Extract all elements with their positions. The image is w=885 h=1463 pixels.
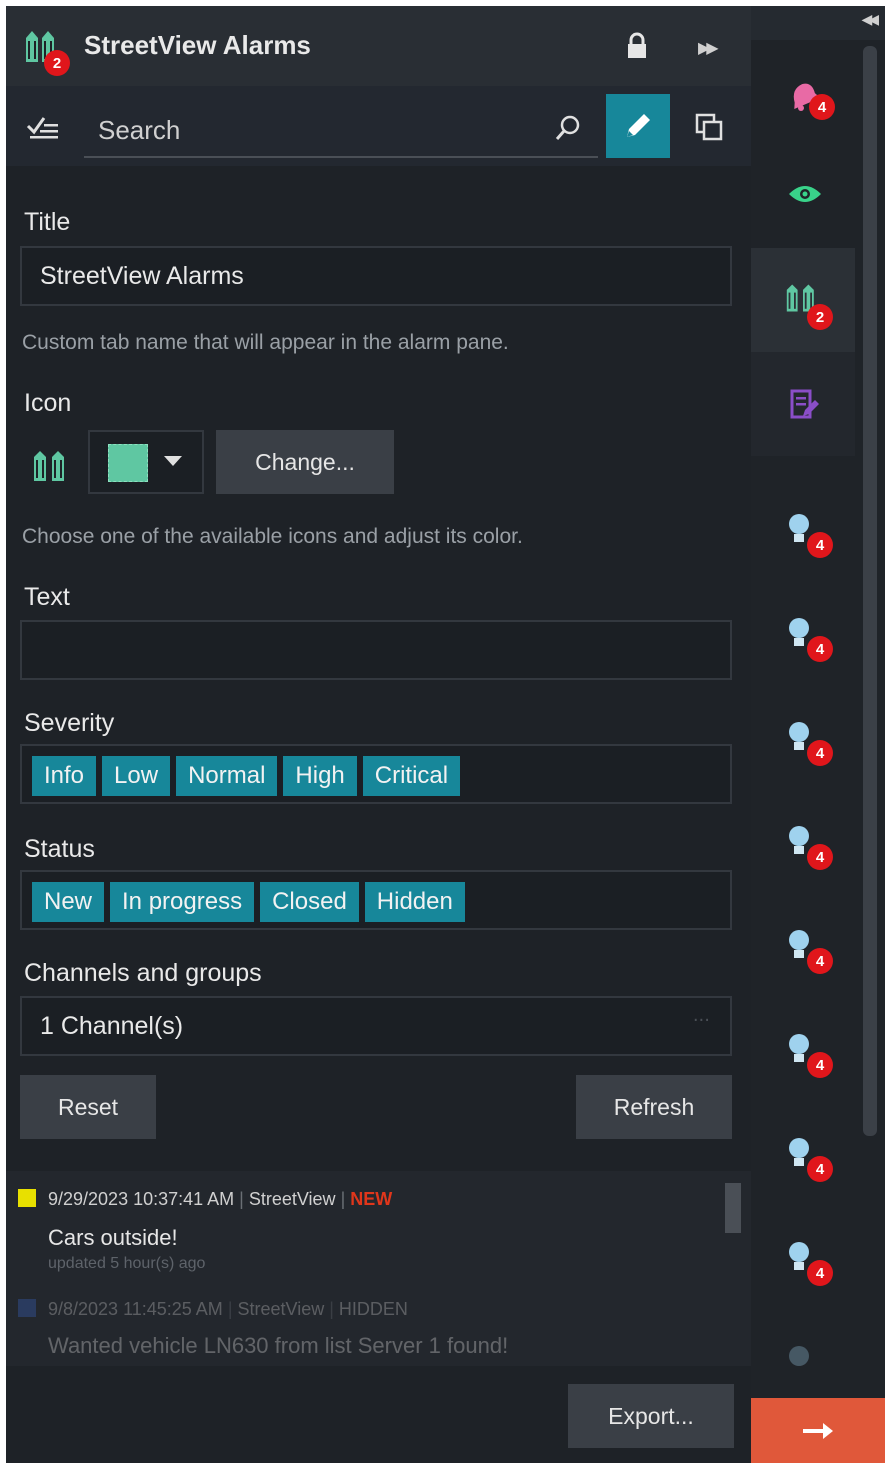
icon-hint: Choose one of the available icons and ad… xyxy=(22,525,523,548)
arrow-right-icon xyxy=(803,1422,833,1439)
search-box xyxy=(84,104,598,158)
rail-item-bulb[interactable]: 4 xyxy=(751,700,855,804)
panel-title: StreetView Alarms xyxy=(84,30,311,60)
footer: Export... xyxy=(6,1366,751,1463)
severity-chip-critical[interactable]: Critical xyxy=(362,756,461,796)
chevron-down-icon xyxy=(164,456,182,466)
alarm-severity-square xyxy=(18,1189,36,1207)
rail-item-bell[interactable]: 4 xyxy=(751,56,855,160)
rail-bulb-badge: 4 xyxy=(807,948,833,974)
search-icon[interactable] xyxy=(554,114,582,142)
edit-button[interactable] xyxy=(606,94,670,158)
rail-bulb-badge: 4 xyxy=(807,1156,833,1182)
status-chip-hidden[interactable]: Hidden xyxy=(364,882,465,922)
buildings-icon xyxy=(34,451,64,481)
status-field[interactable]: New In progress Closed Hidden xyxy=(20,870,732,930)
rail-item-bulb-faded[interactable] xyxy=(751,1324,855,1398)
alarm-status: NEW xyxy=(350,1189,393,1209)
color-swatch xyxy=(108,444,148,482)
alarm-severity-square xyxy=(18,1299,36,1317)
refresh-button[interactable]: Refresh xyxy=(576,1075,732,1139)
reset-button[interactable]: Reset xyxy=(20,1075,156,1139)
alarm-status: HIDDEN xyxy=(338,1299,408,1319)
severity-chip-info[interactable]: Info xyxy=(32,756,97,796)
alarm-datetime: 9/8/2023 11:45:25 AM xyxy=(48,1299,223,1319)
export-button[interactable]: Export... xyxy=(568,1384,734,1448)
text-label: Text xyxy=(24,583,70,611)
more-icon[interactable]: ··· xyxy=(693,1010,710,1031)
alarm-list-scrollbar[interactable] xyxy=(725,1183,741,1233)
rail-item-bulb[interactable]: 4 xyxy=(751,804,855,908)
alarm-updated: updated 5 hour(s) ago xyxy=(48,1255,206,1272)
app-frame: 2 StreetView Alarms ▶▶ Search Title Stre… xyxy=(6,6,885,1463)
alarm-list[interactable]: 9/29/2023 10:37:41 AM | StreetView | NEW Car… xyxy=(6,1171,751,1366)
toolbar xyxy=(6,86,751,166)
rail-bulb-badge: 4 xyxy=(807,532,833,558)
severity-label: Severity xyxy=(24,709,115,737)
alarm-source: StreetView xyxy=(237,1299,325,1319)
icon-color-select[interactable] xyxy=(88,430,204,494)
rail-bulb-badge: 4 xyxy=(807,740,833,766)
title-value: StreetView Alarms xyxy=(40,262,244,290)
title-label: Title xyxy=(24,208,71,236)
rail-bulb-badge: 4 xyxy=(807,844,833,870)
title-hint: Custom tab name that will appear in the … xyxy=(22,331,509,354)
rail-item-eye[interactable] xyxy=(751,146,855,250)
title-bar: 2 StreetView Alarms ▶▶ xyxy=(6,6,751,86)
title-field[interactable]: StreetView Alarms xyxy=(20,246,732,306)
rail-item-buildings[interactable]: 2 xyxy=(751,248,855,352)
severity-field[interactable]: Info Low Normal High Critical xyxy=(20,744,732,804)
alarm-datetime: 9/29/2023 10:37:41 AM xyxy=(48,1189,235,1209)
rail-header: ◀◀ xyxy=(751,6,885,40)
rail-buildings-badge: 2 xyxy=(807,304,833,330)
rail-bulb-badge: 4 xyxy=(807,1260,833,1286)
fast-forward-icon[interactable]: ▶▶ xyxy=(698,38,719,57)
right-rail: ◀◀ 4 2 4 4 4 4 4 4 4 4 xyxy=(751,6,885,1463)
bulb-icon xyxy=(789,1346,809,1366)
rail-item-bulb[interactable]: 4 xyxy=(751,492,855,596)
change-icon-button[interactable]: Change... xyxy=(216,430,394,494)
copy-icon[interactable] xyxy=(694,112,724,142)
icon-label: Icon xyxy=(24,389,72,417)
expand-arrow-button[interactable] xyxy=(751,1398,885,1463)
rail-item-bulb[interactable]: 4 xyxy=(751,1012,855,1116)
rail-bulb-badge: 4 xyxy=(807,1052,833,1078)
rail-item-bulb[interactable]: 4 xyxy=(751,908,855,1012)
alarm-tab-editor: 2 StreetView Alarms ▶▶ Search Title Stre… xyxy=(6,6,751,1463)
rail-bulb-badge: 4 xyxy=(807,636,833,662)
channels-label: Channels and groups xyxy=(24,959,262,987)
channels-value: 1 Channel(s) xyxy=(40,1012,184,1040)
pencil-icon xyxy=(627,114,650,137)
channels-field[interactable]: 1 Channel(s) ··· xyxy=(20,996,732,1056)
check-list-icon[interactable] xyxy=(26,114,60,140)
collapse-icon[interactable]: ◀◀ xyxy=(861,12,878,28)
rail-item-note[interactable] xyxy=(751,352,855,456)
lock-icon[interactable] xyxy=(626,32,648,60)
rail-item-bulb[interactable]: 4 xyxy=(751,596,855,700)
note-edit-icon xyxy=(790,389,819,419)
eye-icon xyxy=(789,186,821,202)
alarm-message: Cars outside! xyxy=(48,1225,178,1250)
rail-scrollbar[interactable] xyxy=(863,46,877,1136)
text-field[interactable] xyxy=(20,620,732,680)
tab-count-badge: 2 xyxy=(44,50,70,76)
status-chip-in-progress[interactable]: In progress xyxy=(110,882,255,922)
severity-chip-high[interactable]: High xyxy=(283,756,357,796)
rail-item-bulb[interactable]: 4 xyxy=(751,1220,855,1324)
rail-item-bulb[interactable]: 4 xyxy=(751,1116,855,1220)
status-label: Status xyxy=(24,835,95,863)
search-input[interactable] xyxy=(96,110,540,150)
severity-chip-normal[interactable]: Normal xyxy=(176,756,278,796)
alarm-source: StreetView xyxy=(248,1189,336,1209)
status-chip-new[interactable]: New xyxy=(32,882,105,922)
severity-chip-low[interactable]: Low xyxy=(102,756,171,796)
rail-bell-badge: 4 xyxy=(809,94,835,120)
alarm-message: Wanted vehicle LN630 from list Server 1 … xyxy=(48,1333,509,1358)
status-chip-closed[interactable]: Closed xyxy=(260,882,359,922)
